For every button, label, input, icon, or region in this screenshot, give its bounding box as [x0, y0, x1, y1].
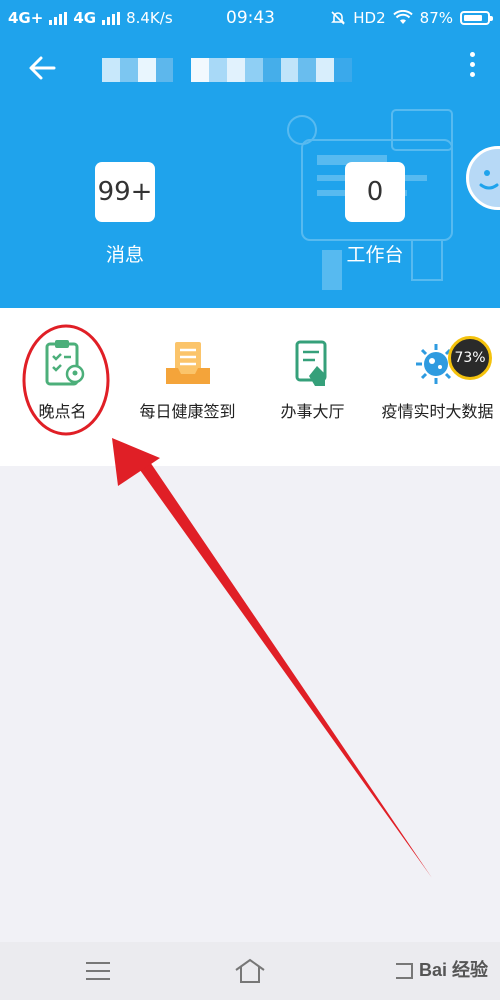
more-options-icon[interactable] [466, 52, 478, 82]
document-hand-icon [295, 340, 326, 386]
page-title-blurred [102, 58, 353, 82]
workbench-stat[interactable]: 0 工作台 [325, 162, 425, 267]
status-bar: 4G+ 4G 8.4K/s 09:43 HD2 87% [0, 0, 500, 36]
workbench-count: 0 [345, 162, 405, 222]
menu-item-health-checkin[interactable]: 每日健康签到 [125, 308, 250, 424]
back-arrow-icon[interactable] [24, 50, 60, 86]
system-nav-bar: Bai 经验 [0, 942, 500, 1000]
wifi-icon [392, 10, 413, 24]
recent-apps-icon[interactable] [86, 962, 110, 986]
messages-count: 99+ [95, 162, 155, 222]
inbox-document-icon [165, 342, 210, 384]
battery-percent: 87% [419, 9, 453, 27]
nav-back-icon[interactable] [392, 960, 416, 982]
nav-bar [0, 40, 500, 96]
quick-menu: 晚点名 每日健康签到 办事大厅 疫情实时大数据 [0, 308, 500, 466]
menu-item-roll-call[interactable]: 晚点名 [0, 308, 125, 424]
floating-face-icon[interactable] [466, 146, 500, 210]
app-header: 4G+ 4G 8.4K/s 09:43 HD2 87% 99+ 消息 0 工作台 [0, 0, 500, 308]
baidu-watermark: Bai 经验 [418, 960, 488, 980]
menu-item-service-hall[interactable]: 办事大厅 [250, 308, 375, 424]
clipboard-location-icon [45, 340, 84, 386]
speed-percent-badge[interactable]: 73% [448, 336, 492, 380]
menu-label-health-checkin: 每日健康签到 [139, 402, 236, 421]
workbench-label: 工作台 [346, 244, 404, 266]
network-speed: 8.4K/s [126, 9, 173, 27]
pointer-arrow [140, 462, 432, 878]
network-type-2: 4G [73, 9, 97, 27]
signal-icon [49, 11, 68, 25]
network-type-1: 4G+ [8, 9, 44, 27]
status-time: 09:43 [226, 8, 275, 28]
mute-bell-icon [331, 11, 346, 25]
menu-label-epidemic-data: 疫情实时大数据 [381, 402, 494, 421]
menu-label-roll-call: 晚点名 [38, 402, 87, 421]
messages-stat[interactable]: 99+ 消息 [75, 162, 175, 267]
status-left: 4G+ 4G 8.4K/s [8, 9, 173, 27]
signal-icon-2 [102, 11, 121, 25]
home-icon[interactable] [232, 956, 268, 986]
hd-label: HD2 [353, 9, 386, 27]
status-right: HD2 87% [330, 9, 493, 27]
battery-icon [460, 11, 493, 25]
messages-label: 消息 [105, 244, 144, 266]
menu-label-service-hall: 办事大厅 [280, 402, 345, 421]
